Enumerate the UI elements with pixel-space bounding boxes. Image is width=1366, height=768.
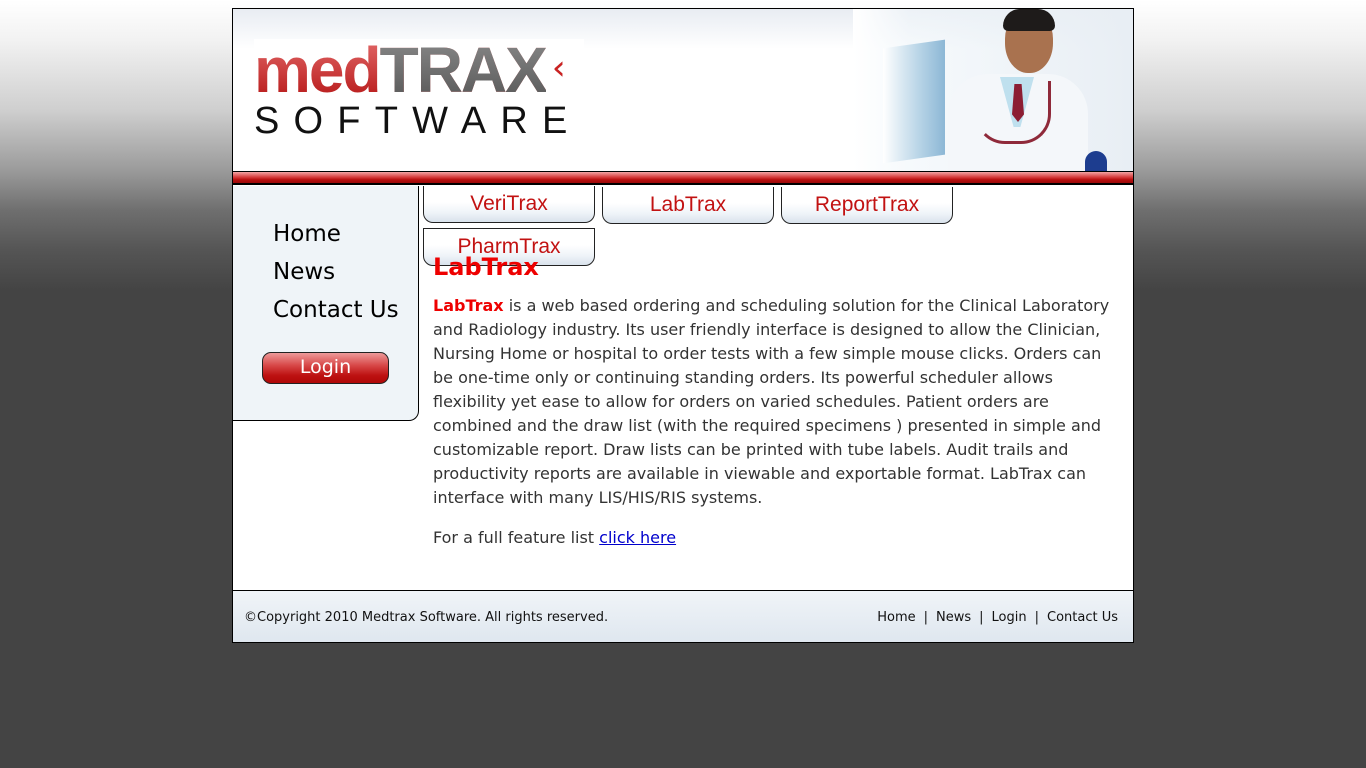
tab-reporttrax[interactable]: ReportTrax [781,187,953,224]
product-description: LabTrax is a web based ordering and sche… [433,294,1123,510]
tab-veritrax[interactable]: VeriTrax [423,186,595,223]
stethoscope-graphic [975,81,1051,144]
sidebar-item-home[interactable]: Home [273,215,399,253]
footer-link-login[interactable]: Login [992,610,1027,625]
header: medTRAX ‹‹‹ SOFTWARE [233,9,1133,171]
login-button[interactable]: Login [262,352,389,384]
footer-separator: | [1034,610,1039,625]
page-title: LabTrax [433,253,539,281]
logo-software: SOFTWARE [254,100,582,142]
logo-med: med [254,34,380,106]
monitor-graphic [883,39,945,164]
footer-separator: | [979,610,984,625]
header-divider-bar [233,171,1133,185]
doctor-banner-image [853,9,1133,171]
medtrax-logo[interactable]: medTRAX ‹‹‹ SOFTWARE [254,34,584,142]
footer-link-home[interactable]: Home [877,610,915,625]
main-content: LabTrax LabTrax is a web based ordering … [433,253,1123,550]
footer-link-contact-us[interactable]: Contact Us [1047,610,1118,625]
sidebar-item-news[interactable]: News [273,253,399,291]
feature-list-link[interactable]: click here [599,528,676,547]
page-container: medTRAX ‹‹‹ SOFTWARE Home News Contact U… [232,8,1134,643]
footer-links: Home | News | Login | Contact Us [877,610,1118,625]
tab-labtrax[interactable]: LabTrax [602,187,774,224]
footer: ©Copyright 2010 Medtrax Software. All ri… [233,590,1133,642]
feature-list-line: For a full feature list click here [433,526,1123,550]
hair-graphic [1003,9,1055,31]
sidebar: Home News Contact Us Login [233,186,419,421]
description-text: is a web based ordering and scheduling s… [433,296,1110,507]
copyright-text: ©Copyright 2010 Medtrax Software. All ri… [244,610,609,625]
sidebar-item-contact-us[interactable]: Contact Us [273,291,399,329]
sidebar-nav: Home News Contact Us [273,215,399,329]
logo-wordmark: medTRAX [254,34,548,106]
brand-name: LabTrax [433,296,504,315]
feature-prefix: For a full feature list [433,528,600,547]
logo-trax: TRAX [379,34,548,106]
footer-link-news[interactable]: News [936,610,971,625]
chair-graphic [1085,151,1107,171]
footer-separator: | [923,610,928,625]
